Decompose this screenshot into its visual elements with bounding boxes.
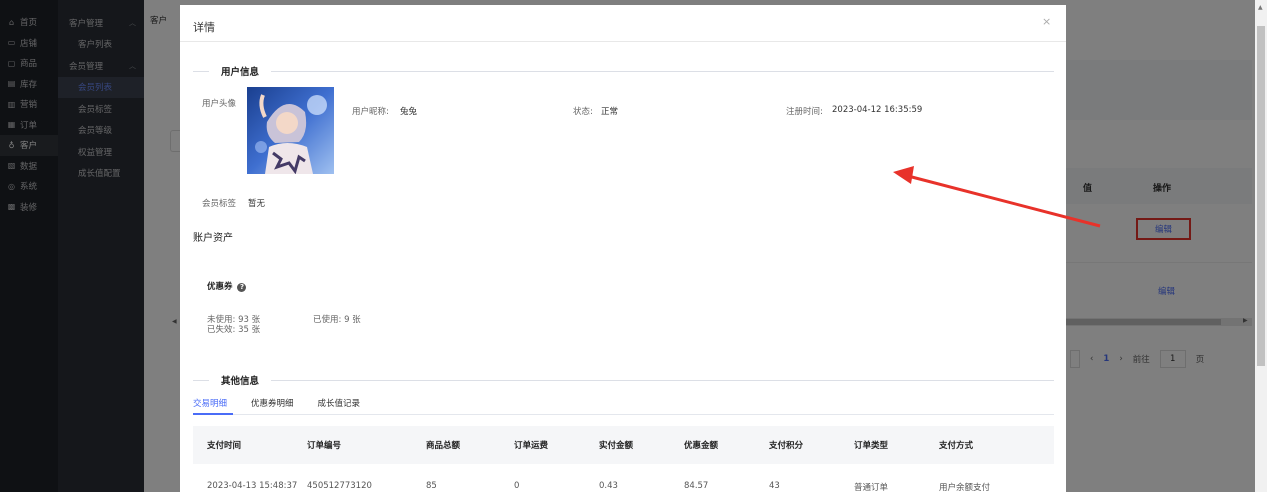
dialog-title: 详情 xyxy=(193,21,215,34)
user-avatar-image xyxy=(247,87,334,174)
tab-growth-records[interactable]: 成长值记录 xyxy=(318,397,361,409)
section-user-info: 用户信息 xyxy=(193,64,1054,78)
table-cell: 普通订单 xyxy=(854,483,889,492)
detail-dialog: 详情 × 用户信息 用户头像 用户昵称: 兔兔 状态: 正常 注册时间: 202… xyxy=(180,5,1066,492)
table-cell: 用户余额支付 xyxy=(939,483,991,492)
column-header: 支付时间 xyxy=(207,441,242,451)
section-title: 其他信息 xyxy=(221,376,260,387)
table-cell: 450512773120 xyxy=(307,481,372,491)
detail-tabs: 交易明细 优惠券明细 成长值记录 xyxy=(193,397,360,409)
column-header: 支付方式 xyxy=(939,441,974,451)
close-icon[interactable]: × xyxy=(1042,15,1051,28)
register-time-value: 2023-04-12 16:35:59 xyxy=(832,105,923,115)
nickname-label: 用户昵称: xyxy=(352,107,389,117)
table-cell: 43 xyxy=(769,481,780,491)
tab-coupon-details[interactable]: 优惠券明细 xyxy=(251,397,294,409)
column-header: 优惠金额 xyxy=(684,441,719,451)
table-cell: 84.57 xyxy=(684,481,709,491)
coupon-expired: 已失效: 35 张 xyxy=(207,325,261,335)
page-scrollbar-thumb[interactable] xyxy=(1257,26,1265,366)
tab-transactions[interactable]: 交易明细 xyxy=(193,397,227,409)
column-header: 订单运费 xyxy=(514,441,549,451)
table-cell: 2023-04-13 15:48:37 xyxy=(207,481,298,491)
table-cell: 0 xyxy=(514,481,520,491)
column-header: 订单类型 xyxy=(854,441,889,451)
register-time-label: 注册时间: xyxy=(786,107,823,117)
column-header: 商品总额 xyxy=(426,441,461,451)
account-assets-title: 账户资产 xyxy=(193,233,233,244)
status-value: 正常 xyxy=(601,107,619,117)
member-tag-value: 暂无 xyxy=(248,199,266,209)
column-header: 订单编号 xyxy=(307,441,342,451)
section-title: 用户信息 xyxy=(221,67,260,78)
member-tag-label: 会员标签 xyxy=(202,199,237,209)
status-label: 状态: xyxy=(573,107,593,117)
dialog-header-divider xyxy=(180,41,1066,42)
tab-divider xyxy=(193,414,1054,415)
avatar-label: 用户头像 xyxy=(202,99,237,109)
help-icon[interactable]: ? xyxy=(237,283,247,292)
table-cell: 0.43 xyxy=(599,481,618,491)
coupon-title-text: 优惠券 xyxy=(207,282,233,292)
section-other-info: 其他信息 xyxy=(193,373,1054,387)
column-header: 支付积分 xyxy=(769,441,804,451)
coupon-used: 已使用: 9 张 xyxy=(313,315,361,325)
coupon-title: 优惠券 ? xyxy=(207,280,247,292)
tab-active-indicator xyxy=(193,413,233,415)
scroll-up-icon[interactable]: ▲ xyxy=(1258,4,1263,11)
table-cell: 85 xyxy=(426,481,437,491)
nickname-value: 兔兔 xyxy=(400,107,418,117)
column-header: 实付金额 xyxy=(599,441,634,451)
